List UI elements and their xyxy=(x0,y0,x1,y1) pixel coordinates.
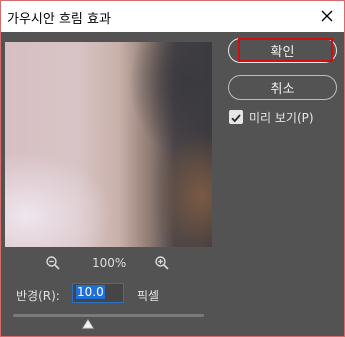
ok-button-label: 확인 xyxy=(270,45,295,60)
title-bar: 가우시안 흐림 효과 xyxy=(0,0,345,32)
zoom-in-icon[interactable] xyxy=(154,255,170,271)
close-icon[interactable] xyxy=(316,5,338,27)
radius-unit-label: 픽셀 xyxy=(137,289,160,303)
radius-value: 10.0 xyxy=(76,285,105,299)
cancel-button-label: 취소 xyxy=(270,82,295,97)
check-icon xyxy=(231,114,241,123)
cancel-button[interactable]: 취소 xyxy=(228,75,337,100)
radius-input[interactable]: 10.0 xyxy=(72,283,124,303)
preview-checkbox[interactable] xyxy=(229,110,243,124)
radius-label: 반경(R): xyxy=(16,289,60,303)
preview-checkbox-label[interactable]: 미리 보기(P) xyxy=(249,109,314,126)
preview-image[interactable] xyxy=(5,42,212,247)
radius-slider-track[interactable] xyxy=(13,314,204,317)
zoom-level: 100% xyxy=(92,256,127,270)
slider-thumb-icon[interactable] xyxy=(82,319,94,329)
window-title: 가우시안 흐림 효과 xyxy=(7,12,111,27)
zoom-out-icon[interactable] xyxy=(45,255,61,271)
ok-button[interactable]: 확인 xyxy=(228,38,337,63)
